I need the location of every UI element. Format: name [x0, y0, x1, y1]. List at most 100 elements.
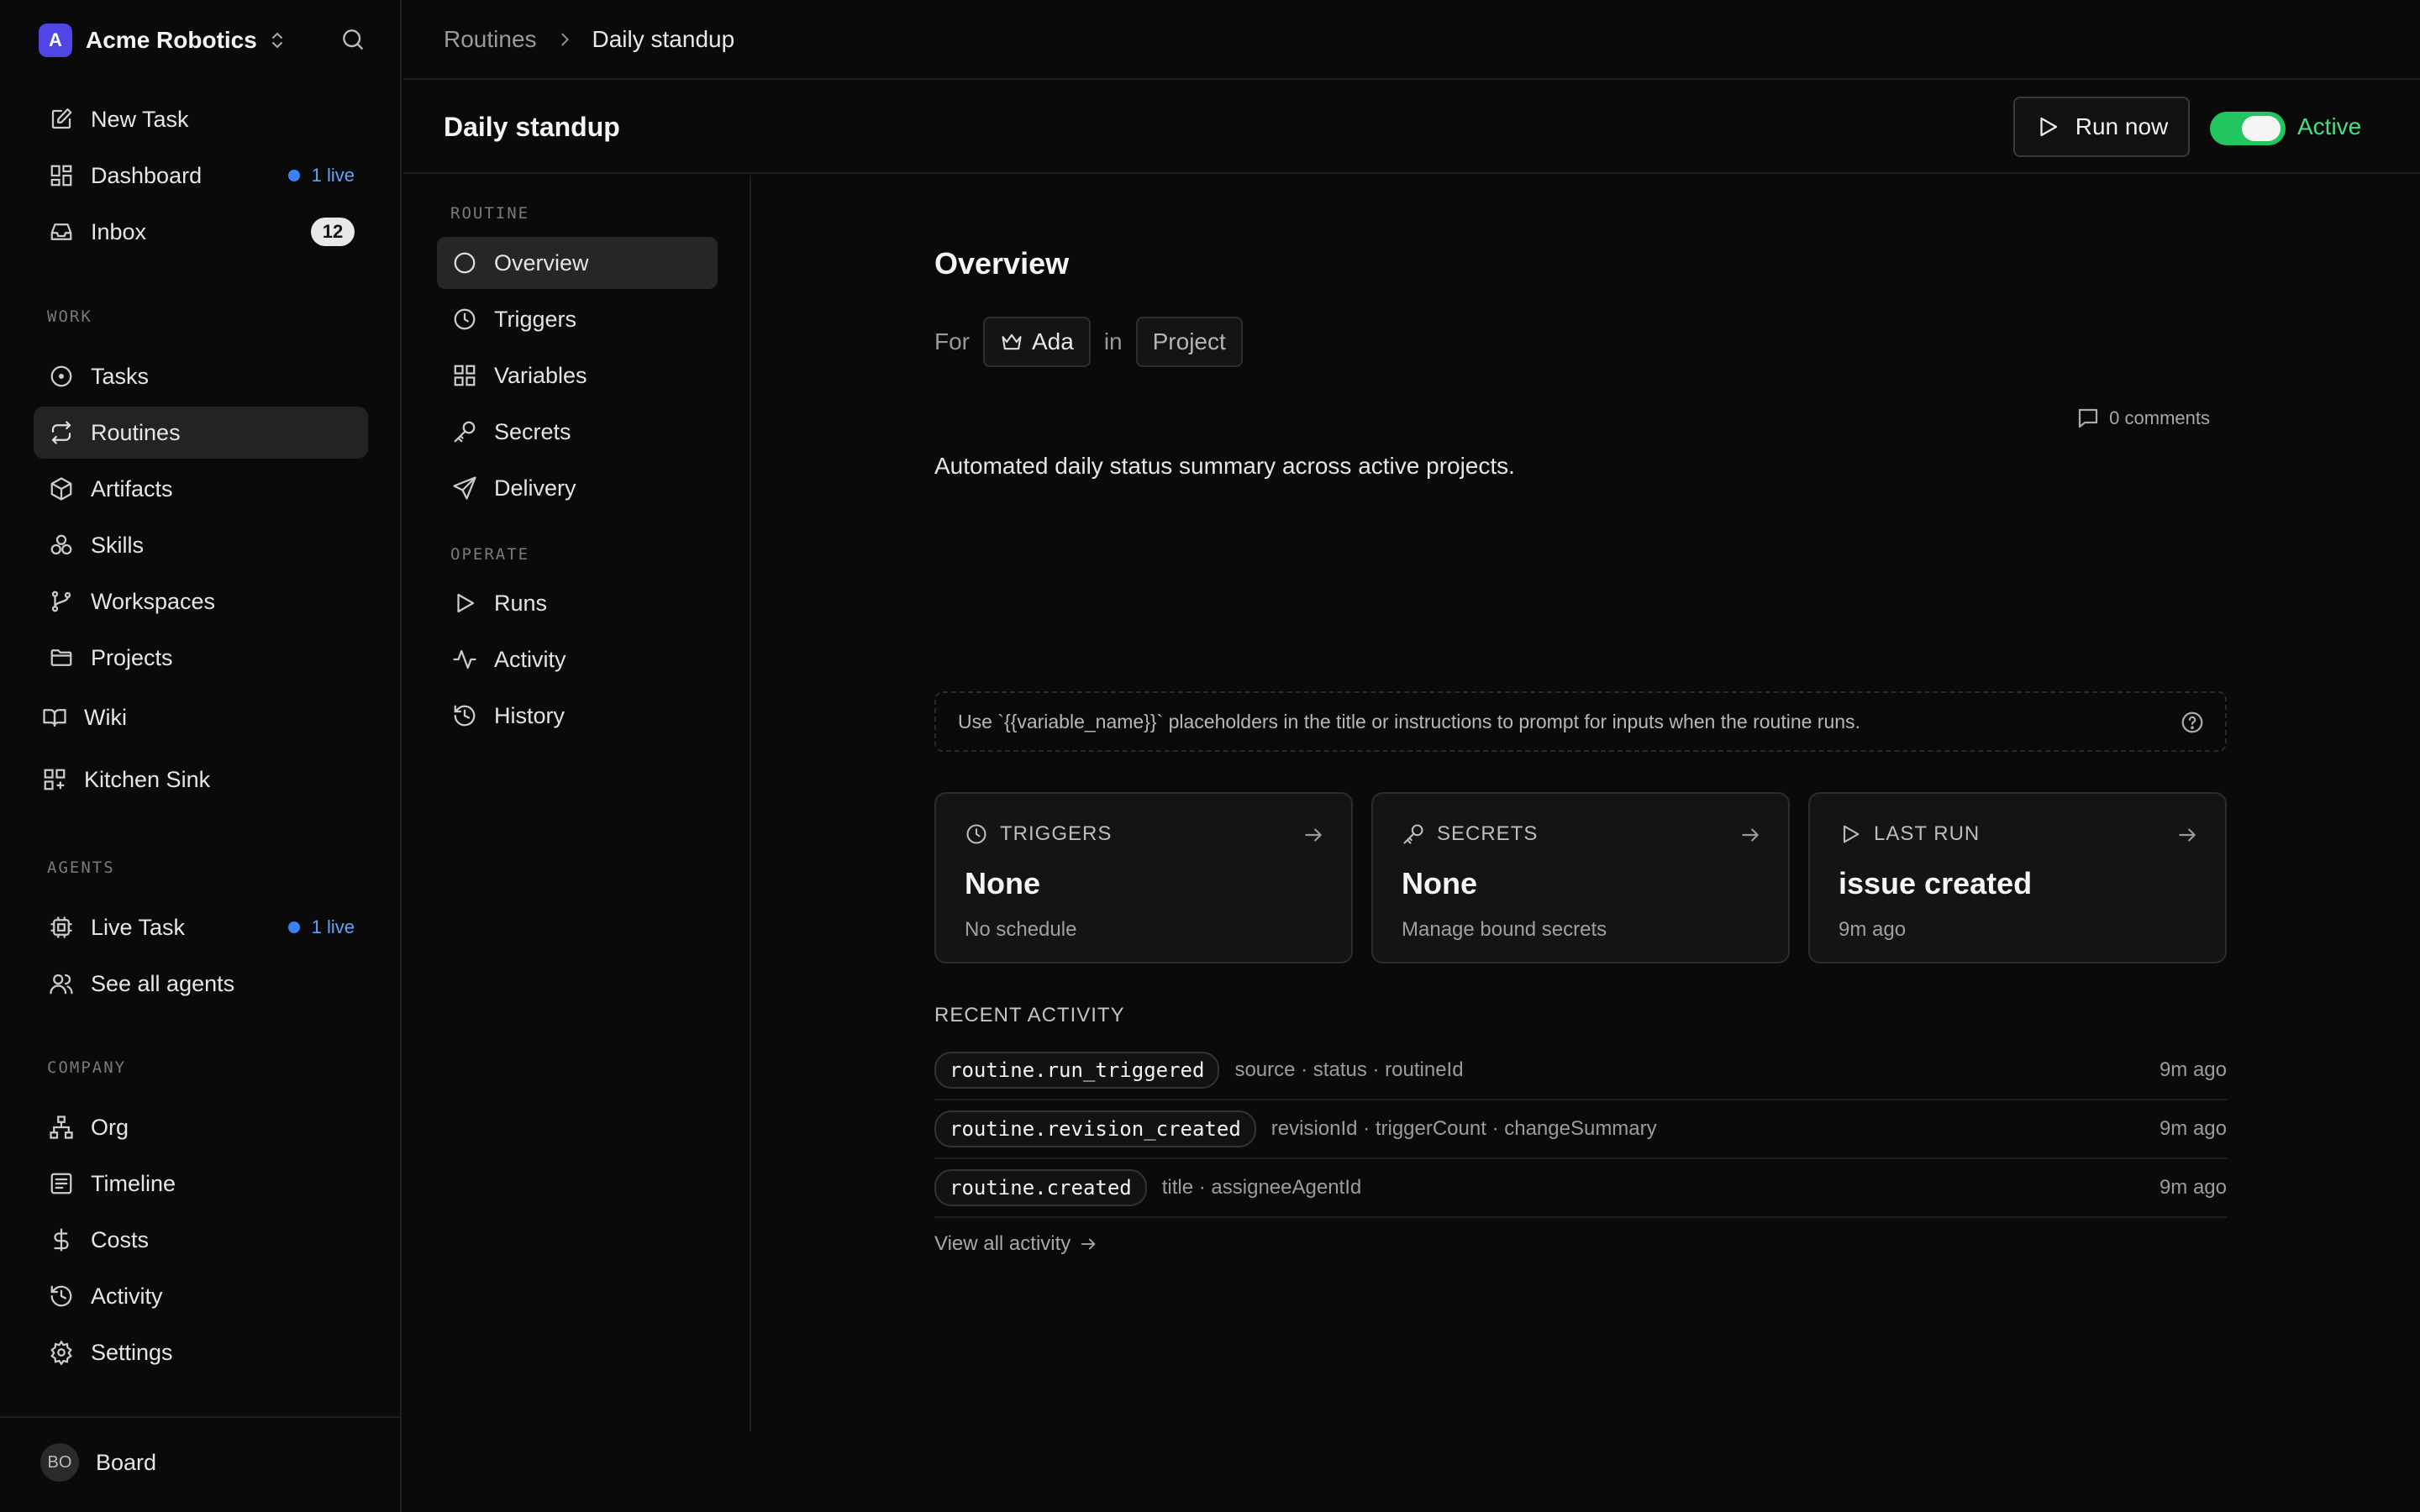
- workspace-name: Acme Robotics: [86, 27, 257, 53]
- sidebar-item-wiki[interactable]: Wiki: [27, 691, 361, 743]
- sidebar-item-label: Timeline: [91, 1170, 176, 1196]
- arrow-right-icon: [1079, 1235, 1097, 1253]
- sidebar-item-tasks[interactable]: Tasks: [34, 350, 368, 402]
- sidebar-item-skills[interactable]: Skills: [34, 519, 368, 571]
- in-label: in: [1103, 328, 1123, 354]
- pulse-icon: [450, 645, 479, 674]
- card-value: None: [965, 866, 1040, 900]
- sidebar-item-label: Dashboard: [91, 162, 203, 188]
- activity-row[interactable]: routine.revision_created revisionId · tr…: [934, 1100, 2227, 1159]
- sidebar-item-routines[interactable]: Routines: [34, 407, 368, 459]
- sidebar-item-dashboard[interactable]: Dashboard 1 live: [34, 150, 368, 202]
- help-circle-icon[interactable]: [2180, 710, 2205, 735]
- sidebar-item-label: Artifacts: [91, 475, 173, 501]
- event-time: 9m ago: [2159, 1058, 2227, 1081]
- arrow-right-icon: [2176, 824, 2198, 846]
- subnav-item-variables[interactable]: Variables: [437, 349, 718, 402]
- sidebar-item-new-task[interactable]: New Task: [34, 93, 368, 145]
- card-subtext: 9m ago: [1839, 918, 1907, 941]
- comments-button[interactable]: 0 comments: [2075, 406, 2210, 431]
- subnav-item-activity[interactable]: Activity: [437, 633, 718, 685]
- subnav-item-secrets[interactable]: Secrets: [437, 406, 718, 458]
- sidebar-item-label: Routines: [91, 419, 181, 445]
- breadcrumb-current: Daily standup: [592, 25, 735, 52]
- sidebar-item-label: Skills: [91, 532, 145, 558]
- view-all-activity-link[interactable]: View all activity: [934, 1232, 1097, 1256]
- arrow-right-icon: [1739, 824, 1761, 846]
- subnav-item-delivery[interactable]: Delivery: [437, 462, 718, 514]
- sidebar-item-activity[interactable]: Activity: [34, 1270, 368, 1322]
- last-run-card[interactable]: LAST RUN issue created 9m ago: [1808, 792, 2227, 963]
- grid-icon: [450, 361, 479, 390]
- active-toggle[interactable]: [2210, 112, 2286, 145]
- event-tag: routine.revision_created: [934, 1110, 1256, 1147]
- skills-icon: [47, 531, 76, 559]
- subnav-item-overview[interactable]: Overview: [437, 237, 718, 289]
- sidebar-item-label: Projects: [91, 644, 173, 670]
- sidebar-item-projects[interactable]: Projects: [34, 632, 368, 684]
- subnav-item-triggers[interactable]: Triggers: [437, 293, 718, 345]
- users-icon: [47, 969, 76, 998]
- card-label: TRIGGERS: [1000, 822, 1113, 845]
- comment-icon: [2075, 406, 2101, 431]
- sidebar-item-live-task[interactable]: Live Task 1 live: [34, 901, 368, 953]
- sidebar-item-label: Org: [91, 1114, 129, 1140]
- activity-row[interactable]: routine.run_triggered source · status · …: [934, 1042, 2227, 1100]
- live-indicator: 1 live: [287, 916, 355, 938]
- user-menu[interactable]: BO Board: [40, 1443, 156, 1482]
- section-label-agents: AGENTS: [47, 858, 115, 877]
- event-tag: routine.run_triggered: [934, 1052, 1220, 1089]
- sidebar-item-workspaces[interactable]: Workspaces: [34, 575, 368, 627]
- dollar-icon: [47, 1226, 76, 1254]
- card-label: LAST RUN: [1874, 822, 1981, 845]
- target-circle-icon: [47, 362, 76, 391]
- breadcrumb-parent[interactable]: Routines: [444, 26, 537, 53]
- hint-text: Use `{{variable_name}}` placeholders in …: [958, 710, 1860, 732]
- run-now-button[interactable]: Run now: [2013, 97, 2190, 157]
- sidebar-item-label: Tasks: [91, 363, 150, 389]
- clock-icon: [450, 305, 479, 333]
- workspace-switcher[interactable]: A Acme Robotics: [39, 23, 366, 58]
- play-icon: [450, 589, 479, 617]
- for-label: For: [934, 328, 970, 354]
- git-branch-icon: [47, 587, 76, 616]
- sidebar-item-see-all-agents[interactable]: See all agents: [34, 958, 368, 1010]
- org-chart-icon: [47, 1113, 76, 1142]
- sidebar-item-label: Activity: [91, 1283, 163, 1309]
- project-chip[interactable]: Project: [1135, 317, 1243, 367]
- sidebar-item-label: Wiki: [84, 704, 127, 730]
- subnav-item-label: Delivery: [494, 475, 576, 501]
- sidebar-item-costs[interactable]: Costs: [34, 1214, 368, 1266]
- page-title: Daily standup: [444, 112, 620, 142]
- card-header: LAST RUN: [1839, 822, 1980, 846]
- live-indicator: 1 live: [287, 165, 355, 186]
- triggers-card[interactable]: TRIGGERS None No schedule: [934, 792, 1353, 963]
- sidebar-item-org[interactable]: Org: [34, 1101, 368, 1153]
- subnav-item-label: History: [494, 702, 566, 728]
- routine-description[interactable]: Automated daily status summary across ac…: [934, 453, 1515, 480]
- section-label-work: WORK: [47, 307, 92, 326]
- secrets-card[interactable]: SECRETS None Manage bound secrets: [1371, 792, 1790, 963]
- sidebar-item-artifacts[interactable]: Artifacts: [34, 463, 368, 515]
- chevron-up-down-icon[interactable]: [267, 30, 287, 50]
- sidebar-item-label: Inbox: [91, 218, 147, 244]
- activity-row[interactable]: routine.created title · assigneeAgentId …: [934, 1159, 2227, 1218]
- assignee-chip[interactable]: Ada: [983, 317, 1091, 367]
- sidebar-item-timeline[interactable]: Timeline: [34, 1158, 368, 1210]
- sidebar-item-settings[interactable]: Settings: [34, 1326, 368, 1378]
- pencil-square-icon: [47, 105, 76, 134]
- subnav-item-history[interactable]: History: [437, 690, 718, 742]
- sidebar-item-kitchen-sink[interactable]: Kitchen Sink: [27, 753, 361, 806]
- view-all-label: View all activity: [934, 1232, 1071, 1255]
- list-doc-icon: [47, 1169, 76, 1198]
- history-icon: [450, 701, 479, 730]
- subnav-item-label: Runs: [494, 590, 548, 616]
- subnav-item-runs[interactable]: Runs: [437, 577, 718, 629]
- breadcrumb: Routines Daily standup: [403, 0, 2420, 80]
- card-subtext: No schedule: [965, 918, 1077, 941]
- book-icon: [40, 703, 69, 732]
- user-name: Board: [96, 1449, 157, 1475]
- sidebar-item-inbox[interactable]: Inbox 12: [34, 206, 368, 258]
- run-now-label: Run now: [2075, 113, 2169, 139]
- search-icon[interactable]: [339, 26, 366, 53]
